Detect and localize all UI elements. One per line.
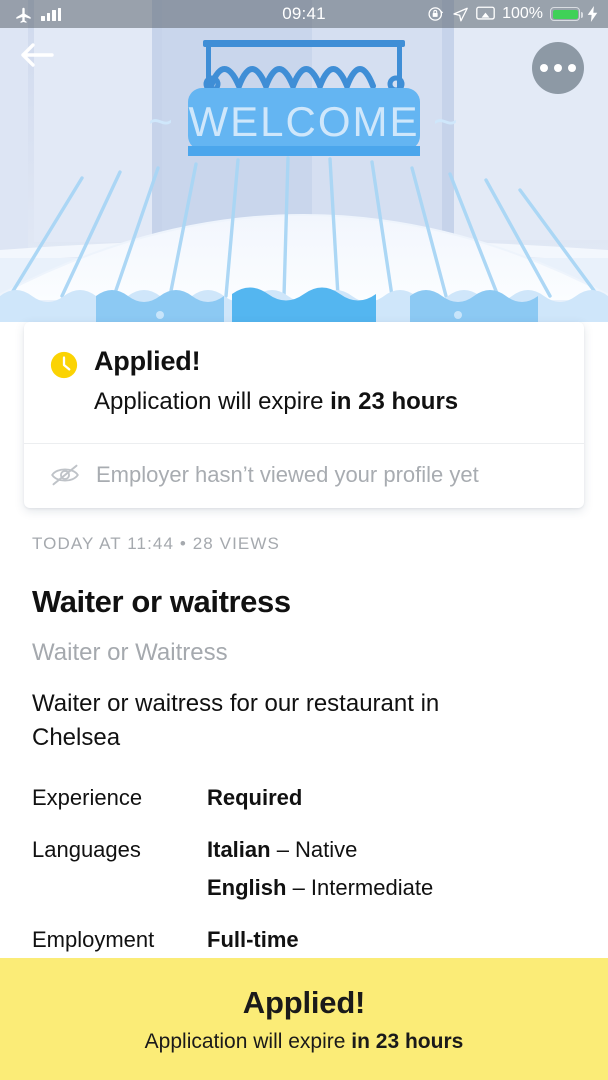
eye-slash-icon (51, 464, 79, 486)
detail-value-strong: Required (207, 785, 303, 811)
job-detail-screen: ~ WELCOME ~ 09:41 100% Applied! Applicat… (0, 0, 608, 1080)
detail-value: Full-time (207, 927, 299, 953)
banner-sub-value: in 23 hours (351, 1029, 464, 1053)
detail-label: Languages (32, 837, 141, 863)
charging-bolt-icon (587, 6, 598, 22)
detail-label: Employment (32, 927, 155, 953)
more-options-icon-dot2 (554, 64, 562, 72)
clock-icon (50, 351, 78, 379)
detail-values: Italian – Native English – Intermediate (207, 837, 433, 901)
applied-title: Applied! (94, 346, 201, 376)
detail-value-strong: Full-time (207, 927, 299, 953)
job-description: Waiter or waitress for our restaurant in… (32, 690, 440, 752)
battery-icon (550, 7, 584, 21)
banner-subtitle: Application will expire in 23 hours (145, 1030, 464, 1054)
detail-row: Employment Full-time (32, 927, 576, 953)
status-bar: 09:41 100% (0, 0, 608, 28)
expiry-value: in 23 hours (330, 388, 459, 416)
detail-value: Italian – Native (207, 837, 433, 863)
banner-sub-prefix: Application will expire (144, 1029, 352, 1053)
status-bar-right: 100% (427, 5, 608, 23)
expiry-prefix: Application will expire (94, 388, 331, 416)
detail-value-strong: English (207, 875, 287, 901)
detail-values: Required (207, 785, 302, 811)
profile-not-viewed-text: Employer hasn’t viewed your profile yet (96, 462, 479, 488)
more-options-icon (540, 64, 548, 72)
applied-banner[interactable]: Applied! Application will expire in 23 h… (0, 958, 608, 1080)
job-subtitle: Waiter or Waitress (32, 639, 228, 666)
job-detail-list: Experience Required Languages Italian – Nat… (32, 785, 576, 953)
more-options-icon-dot3 (568, 64, 576, 72)
profile-viewed-row: Employer hasn’t viewed your profile yet (50, 444, 558, 508)
detail-value-strong: Italian (207, 837, 271, 863)
detail-value: Required (207, 785, 302, 811)
battery-percent: 100% (502, 5, 543, 22)
detail-value: English – Intermediate (207, 875, 433, 901)
page-title: Waiter or waitress (32, 584, 291, 619)
job-content: TODAY AT 11:44 • 28 VIEWS Waiter or wait… (0, 490, 608, 979)
back-button[interactable] (20, 42, 76, 94)
banner-title: Applied! (242, 984, 366, 1020)
application-status-card: Applied! Application will expire in 23 h… (24, 322, 584, 509)
more-options-button[interactable] (532, 42, 584, 94)
screen-mirroring-icon (476, 6, 495, 20)
status-card-primary-row: Applied! Application will expire in 23 h… (50, 346, 558, 417)
hero-illustration: ~ WELCOME ~ (0, 0, 608, 322)
rotation-lock-icon (428, 7, 444, 21)
location-arrow-icon (453, 7, 468, 21)
detail-values: Full-time (207, 927, 299, 953)
detail-value-rest: – Native (270, 837, 358, 863)
storefront-graphic: ~ WELCOME ~ (0, 0, 608, 322)
detail-row: Experience Required (32, 785, 576, 811)
detail-label: Experience (32, 785, 143, 811)
welcome-sign-text: ~ WELCOME ~ (148, 98, 459, 145)
back-arrow-icon (21, 43, 54, 67)
detail-value-rest: – Intermediate (286, 875, 434, 901)
expiry-line: Application will expire in 23 hours (94, 388, 458, 417)
detail-row: Languages Italian – Native English – Inter… (32, 837, 576, 901)
status-card-text-block: Applied! Application will expire in 23 h… (94, 346, 458, 417)
